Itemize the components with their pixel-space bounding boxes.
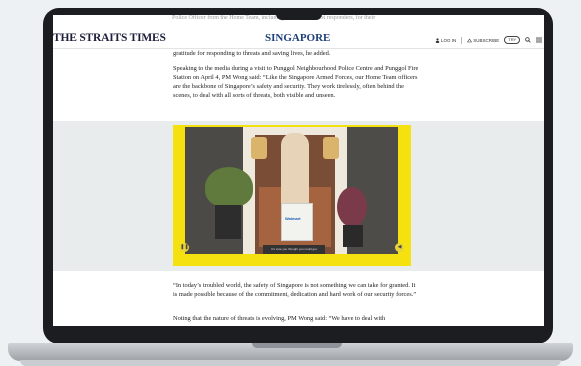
search-icon[interactable]: [525, 37, 531, 43]
site-logo[interactable]: THE STRAITS TIMES: [53, 32, 166, 44]
try-pill-button[interactable]: TRY: [504, 36, 521, 44]
video-player[interactable]: Walmart It's cute you thought you could …: [173, 125, 411, 266]
article-paragraph: Speaking to the media during a visit to …: [173, 65, 419, 99]
video-frame: Walmart It's cute you thought you could …: [185, 127, 398, 254]
login-label: LOG IN: [441, 37, 457, 43]
menu-icon[interactable]: [536, 37, 543, 43]
laptop-shadow: [20, 360, 561, 366]
article-paragraph: “In today’s troubled world, the safety o…: [173, 282, 417, 298]
laptop-base-groove: [252, 343, 342, 348]
article-paragraph: gratitude for responding to threats and …: [173, 50, 331, 57]
header-actions: LOG IN SUBSCRIBE TRY: [435, 35, 543, 45]
browser-screen: Police Officer from the Home Team, inclu…: [53, 15, 544, 326]
speaker-icon[interactable]: ◀: [395, 243, 404, 252]
user-icon: [435, 37, 440, 43]
divider: [461, 36, 463, 44]
article-paragraph: Noting that the nature of threats is evo…: [173, 315, 386, 322]
pause-icon[interactable]: ❚❚: [180, 243, 189, 252]
subscribe-link[interactable]: SUBSCRIBE: [467, 38, 499, 43]
camera-notch: [276, 8, 322, 20]
video-caption: It's cute you thought you could get: [263, 245, 325, 254]
person-figure: [281, 133, 309, 209]
shopping-bag: Walmart: [281, 203, 313, 241]
bag-logo-text: Walmart: [285, 216, 301, 221]
section-title[interactable]: SINGAPORE: [265, 32, 330, 44]
login-link[interactable]: LOG IN: [435, 38, 456, 43]
subscribe-label: SUBSCRIBE: [473, 37, 500, 43]
subscribe-icon: [467, 37, 473, 42]
